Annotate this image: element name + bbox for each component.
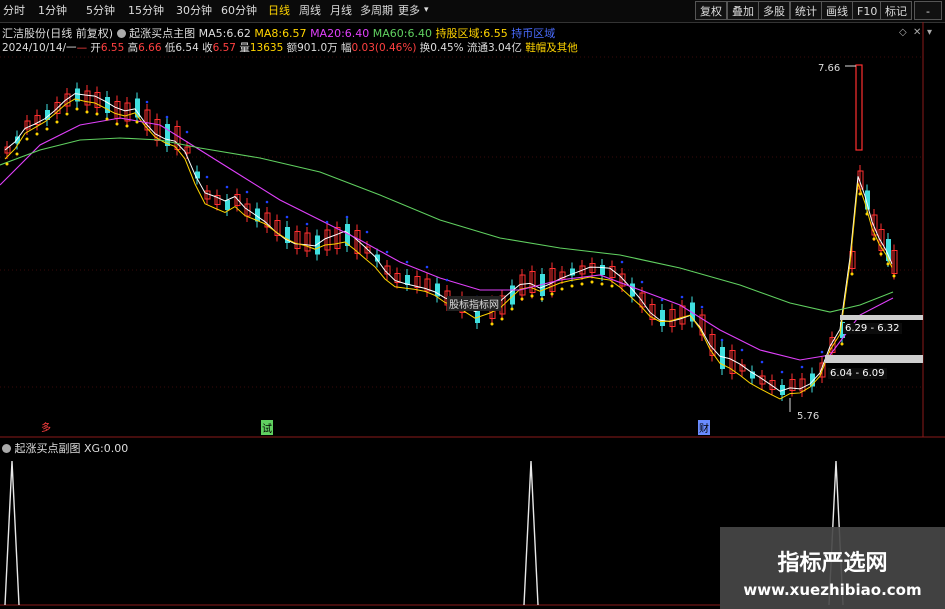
buy-dot (125, 124, 129, 128)
buy-dot (35, 132, 39, 136)
spike-2 (523, 460, 539, 606)
buy-dot (600, 282, 604, 286)
buy-dot (85, 110, 89, 114)
range-box-upper (840, 315, 923, 320)
watermark-url: www.xuezhibiao.com (743, 581, 922, 599)
sell-dot (165, 115, 169, 119)
buy-dot (490, 322, 494, 326)
sell-dot (205, 175, 209, 179)
grid-lines (0, 22, 945, 606)
buy-dot (530, 294, 534, 298)
sell-dot (700, 305, 704, 309)
ma20-line (0, 117, 894, 361)
watermark-panel: 指标严选网 www.xuezhibiao.com (720, 527, 945, 609)
buy-dot (892, 274, 896, 278)
spike-candle (855, 64, 863, 151)
sell-dot (620, 260, 624, 264)
buy-dot (520, 297, 524, 301)
sell-dot (265, 200, 269, 204)
buy-dot (135, 120, 139, 124)
xg-label: XG: (84, 442, 104, 455)
sell-dot (225, 185, 229, 189)
buy-dot (560, 287, 564, 291)
buy-dot (580, 282, 584, 286)
buy-dot (570, 284, 574, 288)
sub-indicator-name[interactable]: 起涨买点副图 (15, 442, 81, 455)
buy-dot (5, 162, 9, 166)
signal-buy-marker: 多 (41, 423, 51, 434)
crosshair-label: 股标指标网 (447, 296, 501, 311)
buy-dot (25, 137, 29, 141)
candle-body-down (660, 310, 665, 326)
range-label-upper: 6.29 - 6.32 (843, 323, 902, 334)
spike-1 (4, 460, 20, 606)
buy-dot (840, 342, 844, 346)
sell-dot (345, 215, 349, 219)
candle-body-down (886, 239, 891, 261)
signal-dots (5, 100, 896, 374)
sell-dot (445, 278, 449, 282)
buy-dot (540, 297, 544, 301)
buy-dot (850, 272, 854, 276)
low-price-label: 5.76 (797, 411, 820, 422)
ma8-line (4, 98, 893, 400)
sell-dot (285, 215, 289, 219)
high-price-label: 7.66 (818, 63, 841, 74)
buy-dot (510, 307, 514, 311)
sell-dot (185, 130, 189, 134)
sell-dot (720, 338, 724, 342)
watermark-title: 指标严选网 (777, 551, 888, 576)
buy-dot (886, 262, 890, 266)
sub-indicator-settings-icon[interactable] (2, 444, 11, 453)
buy-dot (879, 252, 883, 256)
sub-indicator-plot (4, 460, 844, 606)
sell-dot (820, 350, 824, 354)
buy-dot (858, 192, 862, 196)
range-box-lower (825, 355, 923, 363)
buy-dot (872, 237, 876, 241)
signal-test-marker: 试 (261, 420, 273, 435)
buy-dot (75, 107, 79, 111)
buy-dot (15, 152, 19, 156)
sell-dot (760, 360, 764, 364)
xg-value: 0.00 (103, 442, 129, 455)
sell-dot (145, 100, 149, 104)
range-label-lower: 6.04 - 6.09 (828, 368, 887, 379)
sell-dot (405, 260, 409, 264)
candle-body-down (600, 265, 605, 275)
ma5-line (4, 93, 893, 392)
buy-dot (115, 122, 119, 126)
buy-dot (45, 127, 49, 131)
buy-dot (65, 112, 69, 116)
ma-lines (0, 93, 894, 400)
buy-dot (95, 112, 99, 116)
sell-dot (740, 348, 744, 352)
sell-dot (800, 365, 804, 369)
sell-dot (660, 298, 664, 302)
buy-dot (55, 120, 59, 124)
buy-dot (610, 284, 614, 288)
sell-dot (425, 265, 429, 269)
buy-dot (865, 212, 869, 216)
sell-dot (245, 190, 249, 194)
sell-dot (640, 280, 644, 284)
sell-dot (680, 295, 684, 299)
sell-dot (305, 222, 309, 226)
sell-dot (385, 250, 389, 254)
signal-finance-marker: 财 (698, 420, 710, 435)
buy-dot (590, 280, 594, 284)
buy-dot (500, 317, 504, 321)
sell-dot (780, 370, 784, 374)
candle-body-down (225, 200, 230, 210)
sell-dot (365, 230, 369, 234)
candle-body-down (195, 171, 200, 179)
buy-dot (550, 292, 554, 296)
sub-indicator-header: 起涨买点副图 XG:0.00 (2, 440, 128, 456)
buy-dot (105, 117, 109, 121)
sell-dot (325, 220, 329, 224)
